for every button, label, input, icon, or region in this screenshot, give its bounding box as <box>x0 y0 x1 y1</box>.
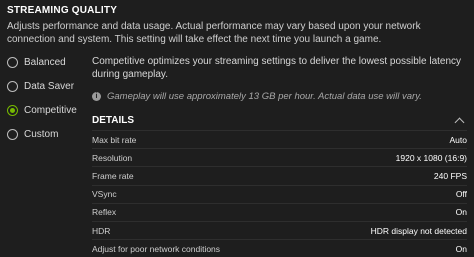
row-value: HDR display not detected <box>370 225 467 236</box>
row-value: On <box>455 243 467 254</box>
table-row: Max bit rate Auto <box>92 130 467 148</box>
data-usage-note-text: Gameplay will use approximately 13 GB pe… <box>107 91 422 102</box>
table-row: Adjust for poor network conditions On <box>92 239 467 257</box>
data-usage-note: i Gameplay will use approximately 13 GB … <box>92 91 467 102</box>
row-value: Off <box>455 189 467 200</box>
radio-button-competitive[interactable] <box>7 104 18 116</box>
table-row: Reflex On <box>92 202 467 221</box>
option-label: Custom <box>24 128 59 140</box>
section-description: Adjusts performance and data usage. Actu… <box>7 21 421 45</box>
table-row: Frame rate 240 FPS <box>92 166 467 184</box>
row-label: VSync <box>92 189 117 200</box>
row-label: Frame rate <box>92 170 134 181</box>
row-label: Reflex <box>92 207 117 218</box>
table-row: Resolution 1920 x 1080 (16:9) <box>92 148 467 166</box>
details-title: DETAILS <box>92 114 135 126</box>
table-row: VSync Off <box>92 184 467 203</box>
radio-button-custom[interactable] <box>7 128 18 140</box>
option-custom[interactable]: Custom <box>7 122 87 146</box>
option-balanced[interactable]: Balanced <box>7 50 87 74</box>
option-detail-panel: Competitive optimizes your streaming set… <box>92 55 467 257</box>
chevron-up-icon[interactable] <box>454 117 465 127</box>
details-table: Max bit rate Auto Resolution 1920 x 1080… <box>92 130 467 257</box>
radio-button-data-saver[interactable] <box>7 80 18 92</box>
option-data-saver[interactable]: Data Saver <box>7 74 87 98</box>
competitive-description: Competitive optimizes your streaming set… <box>92 56 462 80</box>
row-value: On <box>455 207 467 218</box>
radio-button-balanced[interactable] <box>7 56 18 68</box>
row-value: 1920 x 1080 (16:9) <box>395 152 467 163</box>
option-label: Balanced <box>24 56 66 68</box>
table-row: HDR HDR display not detected <box>92 220 467 239</box>
row-value: 240 FPS <box>433 170 467 181</box>
info-icon: i <box>92 92 101 101</box>
row-label: Resolution <box>92 152 133 163</box>
option-competitive[interactable]: Competitive <box>7 98 87 122</box>
option-label: Data Saver <box>24 80 75 92</box>
row-label: HDR <box>92 225 111 236</box>
section-title: STREAMING QUALITY <box>7 5 118 16</box>
row-label: Max bit rate <box>92 134 137 145</box>
details-header[interactable]: DETAILS <box>92 112 467 128</box>
row-label: Adjust for poor network conditions <box>92 243 221 254</box>
option-label: Competitive <box>24 104 77 116</box>
row-value: Auto <box>449 134 468 145</box>
quality-options: Balanced Data Saver Competitive Custom <box>7 50 87 146</box>
